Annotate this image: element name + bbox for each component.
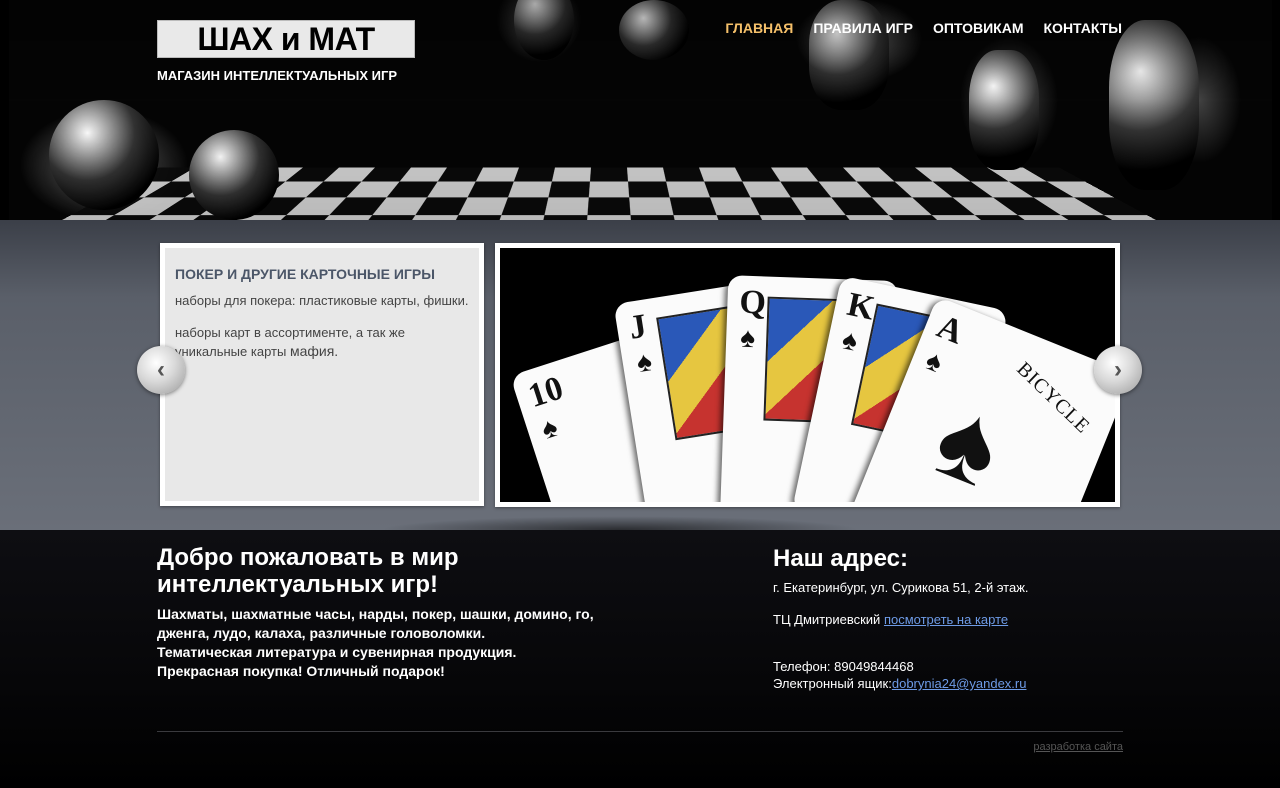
footer-divider [157,731,1123,732]
nav-item-contacts[interactable]: КОНТАКТЫ [1044,20,1122,36]
map-link[interactable]: посмотреть на карте [884,612,1008,627]
spade-icon: ♠ [634,345,655,379]
address-email: Электронный ящик:dobrynia24@yandex.ru [773,676,1026,691]
developer-link[interactable]: разработка сайта [1033,741,1123,753]
chevron-right-icon: › [1114,356,1122,383]
welcome-line: Шахматы, шахматные часы, нарды, покер, ш… [157,606,594,622]
address-phone: Телефон: 89049844468 [773,659,914,674]
email-label: Электронный ящик: [773,676,892,691]
welcome-line: дженга, лудо, калаха, различные головоло… [157,624,486,641]
site-logo[interactable]: ШАХ и МАТ [157,20,415,58]
main-nav: ГЛАВНАЯ ПРАВИЛА ИГР ОПТОВИКАМ КОНТАКТЫ [725,20,1122,36]
welcome-heading: Добро пожаловать в мир интеллектуальных … [157,544,459,598]
mall-name: ТЦ Дмитриевский [773,612,881,627]
nav-item-wholesale[interactable]: ОПТОВИКАМ [933,20,1024,36]
nav-item-rules[interactable]: ПРАВИЛА ИГР [813,20,913,36]
site-tagline: МАГАЗИН ИНТЕЛЛЕКТУАЛЬНЫХ ИГР [157,68,398,83]
slide-text: наборы карт в ассортименте, а так же уни… [175,324,475,362]
spade-icon: ♠ [537,410,562,445]
spade-icon: ♠ [739,321,756,354]
slide-caption-panel: ПОКЕР И ДРУГИЕ КАРТОЧНЫЕ ИГРЫ наборы для… [160,243,484,506]
spade-icon: ♠ [839,323,861,357]
card-rank: Q [738,283,767,322]
card-rank: 10 [523,369,568,416]
address-street: г. Екатеринбург, ул. Сурикова 51, 2-й эт… [773,580,1029,595]
welcome-line: Тематическая литература и сувенирная про… [157,643,517,660]
chevron-left-icon: ‹ [157,356,165,383]
slide-image[interactable]: 10 ♠ J ♠ Q ♠ K ♠ A ♠ ♠ BICYCLE [495,243,1120,507]
spade-icon: ♠ [918,375,1020,507]
welcome-text: Шахматы, шахматные часы, нарды, покер, ш… [157,605,627,681]
card-rank: J [626,307,650,347]
spade-icon: ♠ [921,344,948,379]
email-link[interactable]: dobrynia24@yandex.ru [892,676,1027,691]
slide-title: ПОКЕР И ДРУГИЕ КАРТОЧНЫЕ ИГРЫ [175,266,435,282]
slide-text-emphasis: мафия. [289,343,339,360]
card-brand: BICYCLE [1012,358,1095,439]
welcome-line: Прекрасная покупка! Отличный подарок! [157,662,445,679]
slider-next-button[interactable]: › [1094,346,1142,394]
nav-item-home[interactable]: ГЛАВНАЯ [725,20,793,36]
slide-text: наборы для покера: пластиковые карты, фи… [175,293,469,308]
slider-prev-button[interactable]: ‹ [137,346,185,394]
address-mall: ТЦ Дмитриевский посмотреть на карте [773,612,1008,627]
address-heading: Наш адрес: [773,545,908,572]
